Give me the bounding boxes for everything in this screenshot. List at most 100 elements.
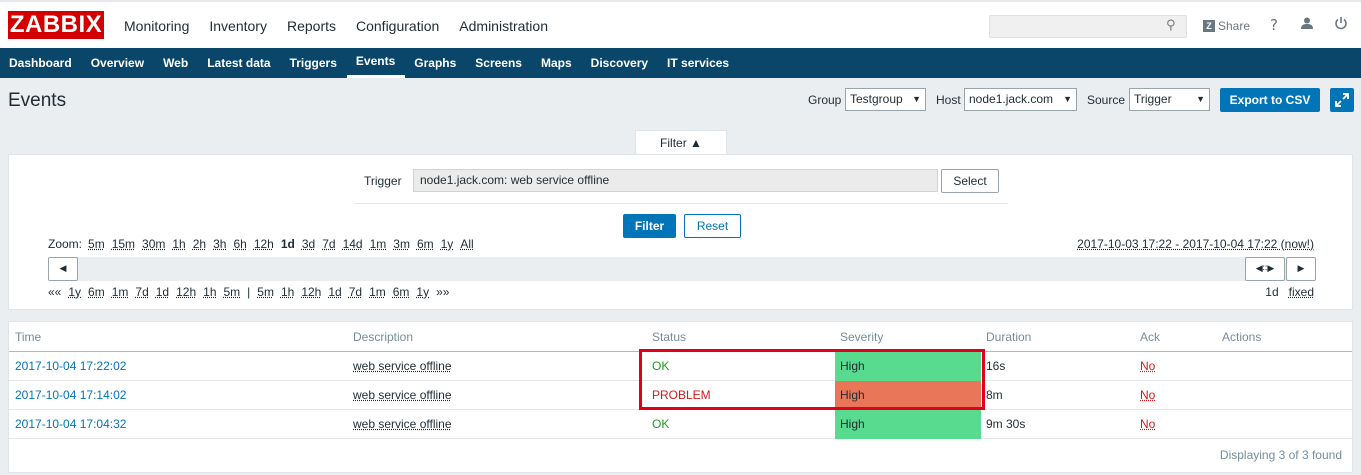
column-actions: Actions: [1222, 330, 1262, 344]
nav-back-1y[interactable]: 1y: [68, 285, 81, 299]
zoom-3d[interactable]: 3d: [302, 237, 315, 251]
event-status: PROBLEM: [652, 388, 711, 402]
nav-fwd-12h[interactable]: 12h: [301, 285, 321, 299]
nav-back-7d[interactable]: 7d: [135, 285, 148, 299]
event-severity: High: [835, 352, 981, 381]
zoom-3m[interactable]: 3m: [393, 237, 410, 251]
fullscreen-button[interactable]: [1330, 88, 1354, 112]
search-input[interactable]: ⚲: [989, 15, 1187, 38]
zoom-30m[interactable]: 30m: [142, 237, 165, 251]
expand-icon: [1335, 93, 1349, 107]
zoom-6h[interactable]: 6h: [233, 237, 246, 251]
nav-back-all[interactable]: ««: [48, 285, 61, 299]
filter-tab[interactable]: Filter ▲: [635, 130, 727, 155]
event-description[interactable]: web service offline: [353, 410, 452, 439]
subnav-events[interactable]: Events: [346, 48, 406, 78]
zoom-6m[interactable]: 6m: [417, 237, 434, 251]
zoom-all[interactable]: All: [460, 237, 473, 251]
subnav-discovery[interactable]: Discovery: [582, 48, 658, 78]
column-time[interactable]: Time: [15, 330, 41, 344]
zoom-1h[interactable]: 1h: [172, 237, 185, 251]
search-icon[interactable]: ⚲: [1166, 19, 1180, 33]
event-ack-link[interactable]: No: [1140, 410, 1155, 439]
subnav-dashboard[interactable]: Dashboard: [0, 48, 82, 78]
subnav-web[interactable]: Web: [154, 48, 198, 78]
zoom-1d[interactable]: 1d: [281, 237, 295, 251]
column-duration: Duration: [986, 330, 1032, 344]
zoom-5m[interactable]: 5m: [88, 237, 105, 251]
filter-button[interactable]: Filter: [623, 214, 676, 238]
menu-monitoring[interactable]: Monitoring: [114, 2, 199, 50]
subnav-triggers[interactable]: Triggers: [281, 48, 347, 78]
reset-button[interactable]: Reset: [684, 214, 741, 238]
subnav-maps[interactable]: Maps: [532, 48, 582, 78]
nav-fwd-5m[interactable]: 5m: [257, 285, 274, 299]
nav-fwd-all[interactable]: »»: [436, 285, 449, 299]
nav-back-1h[interactable]: 1h: [203, 285, 216, 299]
nav-back-1m[interactable]: 1m: [112, 285, 129, 299]
export-csv-button[interactable]: Export to CSV: [1220, 88, 1320, 112]
event-description[interactable]: web service offline: [353, 381, 452, 410]
menu-administration[interactable]: Administration: [449, 2, 558, 50]
scroll-left-button[interactable]: ◀: [48, 257, 78, 281]
nav-fwd-7d[interactable]: 7d: [349, 285, 362, 299]
fixed-toggle[interactable]: fixed: [1289, 285, 1314, 299]
scroll-right-button[interactable]: ▶: [1286, 257, 1316, 281]
event-severity: High: [835, 381, 981, 410]
menu-reports[interactable]: Reports: [277, 2, 346, 50]
nav-back-6m[interactable]: 6m: [88, 285, 105, 299]
scroll-handle[interactable]: ◀∶∶▶: [1245, 257, 1285, 281]
menu-inventory[interactable]: Inventory: [199, 2, 277, 50]
time-range[interactable]: 2017-10-03 17:22 - 2017-10-04 17:22 (now…: [1077, 237, 1314, 251]
nav-fwd-6m[interactable]: 6m: [393, 285, 410, 299]
zoom-7d[interactable]: 7d: [322, 237, 335, 251]
select-trigger-button[interactable]: Select: [941, 169, 999, 193]
zoom-2h[interactable]: 2h: [193, 237, 206, 251]
nav-fwd-1d[interactable]: 1d: [328, 285, 341, 299]
group-select[interactable]: Testgroup ▼: [845, 88, 926, 111]
table-row: 2017-10-04 17:22:02 web service offline …: [9, 352, 1352, 381]
event-time[interactable]: 2017-10-04 17:14:02: [15, 381, 126, 410]
share-button[interactable]: Z Share: [1203, 18, 1250, 34]
timeline-scrollbar[interactable]: ◀ ◀∶∶▶ ▶: [48, 257, 1316, 281]
nav-fwd-1h[interactable]: 1h: [281, 285, 294, 299]
source-select[interactable]: Trigger ▼: [1129, 88, 1210, 111]
nav-back-1d[interactable]: 1d: [156, 285, 169, 299]
subnav-screens[interactable]: Screens: [466, 48, 532, 78]
zabbix-logo[interactable]: ZABBIX: [8, 11, 104, 39]
zoom-1m[interactable]: 1m: [370, 237, 387, 251]
nav-fwd-1y[interactable]: 1y: [416, 285, 429, 299]
nav-fwd-1m[interactable]: 1m: [369, 285, 386, 299]
table-row: 2017-10-04 17:14:02 web service offline …: [9, 381, 1352, 410]
column-description: Description: [353, 330, 414, 344]
zoom-14d[interactable]: 14d: [343, 237, 363, 251]
period-options: 1d fixed: [1255, 285, 1314, 299]
subnav-it-services[interactable]: IT services: [658, 48, 739, 78]
event-status: OK: [652, 359, 670, 373]
event-time[interactable]: 2017-10-04 17:22:02: [15, 352, 126, 381]
subnav-graphs[interactable]: Graphs: [405, 48, 466, 78]
nav-back-12h[interactable]: 12h: [176, 285, 196, 299]
event-severity: High: [835, 410, 981, 439]
subnav-latest-data[interactable]: Latest data: [198, 48, 280, 78]
nav-back-5m[interactable]: 5m: [224, 285, 241, 299]
event-ack-link[interactable]: No: [1140, 381, 1155, 410]
event-time[interactable]: 2017-10-04 17:04:32: [15, 410, 126, 439]
event-duration: 8m: [986, 388, 1003, 402]
subnav-overview[interactable]: Overview: [82, 48, 154, 78]
zoom-1y[interactable]: 1y: [441, 237, 454, 251]
menu-configuration[interactable]: Configuration: [346, 2, 449, 50]
event-ack-link[interactable]: No: [1140, 352, 1155, 381]
host-select[interactable]: node1.jack.com ▼: [964, 88, 1077, 111]
page-title: Events: [8, 90, 67, 111]
share-icon: Z: [1203, 20, 1215, 32]
user-icon[interactable]: [1298, 16, 1316, 34]
help-icon[interactable]: ?: [1265, 16, 1283, 34]
zoom-3h[interactable]: 3h: [213, 237, 226, 251]
zoom-12h[interactable]: 12h: [254, 237, 274, 251]
trigger-field[interactable]: node1.jack.com: web service offline: [413, 169, 938, 192]
sub-navigation: Dashboard Overview Web Latest data Trigg…: [0, 48, 1361, 78]
zoom-15m[interactable]: 15m: [112, 237, 135, 251]
power-icon[interactable]: [1332, 16, 1350, 34]
event-description[interactable]: web service offline: [353, 352, 452, 381]
